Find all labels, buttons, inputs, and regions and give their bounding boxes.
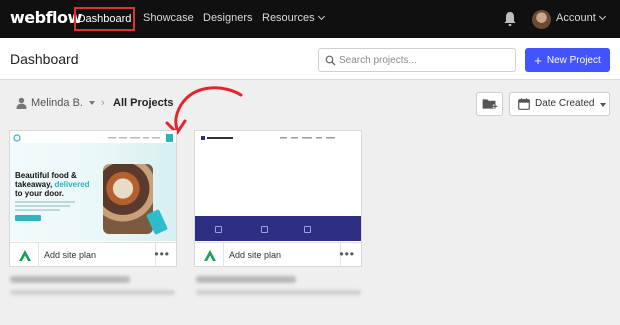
thumbnail-icon xyxy=(215,226,222,233)
chevron-down-icon xyxy=(317,12,325,21)
plus-icon: + xyxy=(534,52,542,68)
project-logo-icon xyxy=(204,250,216,261)
food-image xyxy=(103,164,153,234)
blurred-project-subtitle xyxy=(196,290,361,295)
account-label: Account xyxy=(556,12,596,24)
thumbnail-page xyxy=(195,131,361,216)
project-card[interactable]: Beautiful food & takeaway, delivered to … xyxy=(9,130,177,267)
add-site-plan-link[interactable]: Add site plan xyxy=(229,250,281,260)
caret-down-icon[interactable] xyxy=(89,101,95,105)
search-icon xyxy=(325,55,336,66)
thumbnail-nav xyxy=(10,131,176,143)
divider xyxy=(223,243,224,267)
sort-label: Date Created xyxy=(535,98,595,109)
top-nav: webflow Dashboard Showcase Designers Res… xyxy=(0,0,620,38)
project-card[interactable]: Add site plan ••• xyxy=(194,130,362,267)
more-options-icon[interactable]: ••• xyxy=(154,247,170,261)
card-footer: Add site plan ••• xyxy=(195,242,361,267)
more-options-icon[interactable]: ••• xyxy=(339,247,355,261)
new-project-button[interactable]: + New Project xyxy=(525,48,610,72)
thumbnail-icon xyxy=(261,226,268,233)
card-footer: Add site plan ••• xyxy=(10,242,176,267)
nav-dashboard[interactable]: Dashboard xyxy=(74,7,135,31)
caret-down-icon xyxy=(600,103,606,107)
new-folder-button[interactable] xyxy=(476,92,503,116)
thumbnail-cta xyxy=(15,215,41,221)
add-site-plan-link[interactable]: Add site plan xyxy=(44,250,96,260)
chevron-right-icon: › xyxy=(101,97,105,109)
headline-line-1: Beautiful food & xyxy=(15,171,77,180)
thumbnail-icon xyxy=(304,226,311,233)
search-box[interactable] xyxy=(318,48,516,72)
blurred-project-title[interactable] xyxy=(196,276,296,283)
nav-resources[interactable]: Resources xyxy=(262,12,325,24)
blurred-project-title[interactable] xyxy=(10,276,130,283)
chevron-down-icon xyxy=(598,12,606,21)
search-input[interactable] xyxy=(339,51,511,69)
webflow-logo[interactable]: webflow xyxy=(10,8,82,27)
new-project-label: New Project xyxy=(546,54,601,66)
avatar[interactable] xyxy=(532,10,551,29)
project-thumbnail[interactable]: Beautiful food & takeaway, delivered to … xyxy=(10,131,176,241)
calendar-icon xyxy=(518,98,530,110)
headline-highlight: delivered xyxy=(54,180,90,189)
thumbnail-text-line xyxy=(15,205,70,207)
thumbnail-text-line xyxy=(15,209,60,211)
project-logo-icon xyxy=(19,250,31,261)
user-icon xyxy=(16,97,27,109)
thumbnail-headline: Beautiful food & takeaway, delivered to … xyxy=(15,171,105,198)
headline-line-2: takeaway, xyxy=(15,180,55,189)
blurred-project-subtitle xyxy=(10,290,175,295)
breadcrumb-user[interactable]: Melinda B. xyxy=(31,97,83,109)
sort-dropdown[interactable]: Date Created xyxy=(509,92,610,116)
divider xyxy=(38,243,39,267)
nav-resources-label: Resources xyxy=(262,12,315,24)
page-title: Dashboard xyxy=(10,51,79,67)
nav-designers[interactable]: Designers xyxy=(203,12,253,24)
nav-showcase[interactable]: Showcase xyxy=(143,12,194,24)
headline-line-3: to your door. xyxy=(15,189,64,198)
bell-icon[interactable] xyxy=(503,11,517,27)
thumbnail-text-line xyxy=(15,201,75,203)
folder-plus-icon xyxy=(482,99,498,109)
account-menu[interactable]: Account xyxy=(556,12,606,24)
page-header: Dashboard + New Project xyxy=(0,38,620,80)
project-thumbnail[interactable] xyxy=(195,131,361,241)
